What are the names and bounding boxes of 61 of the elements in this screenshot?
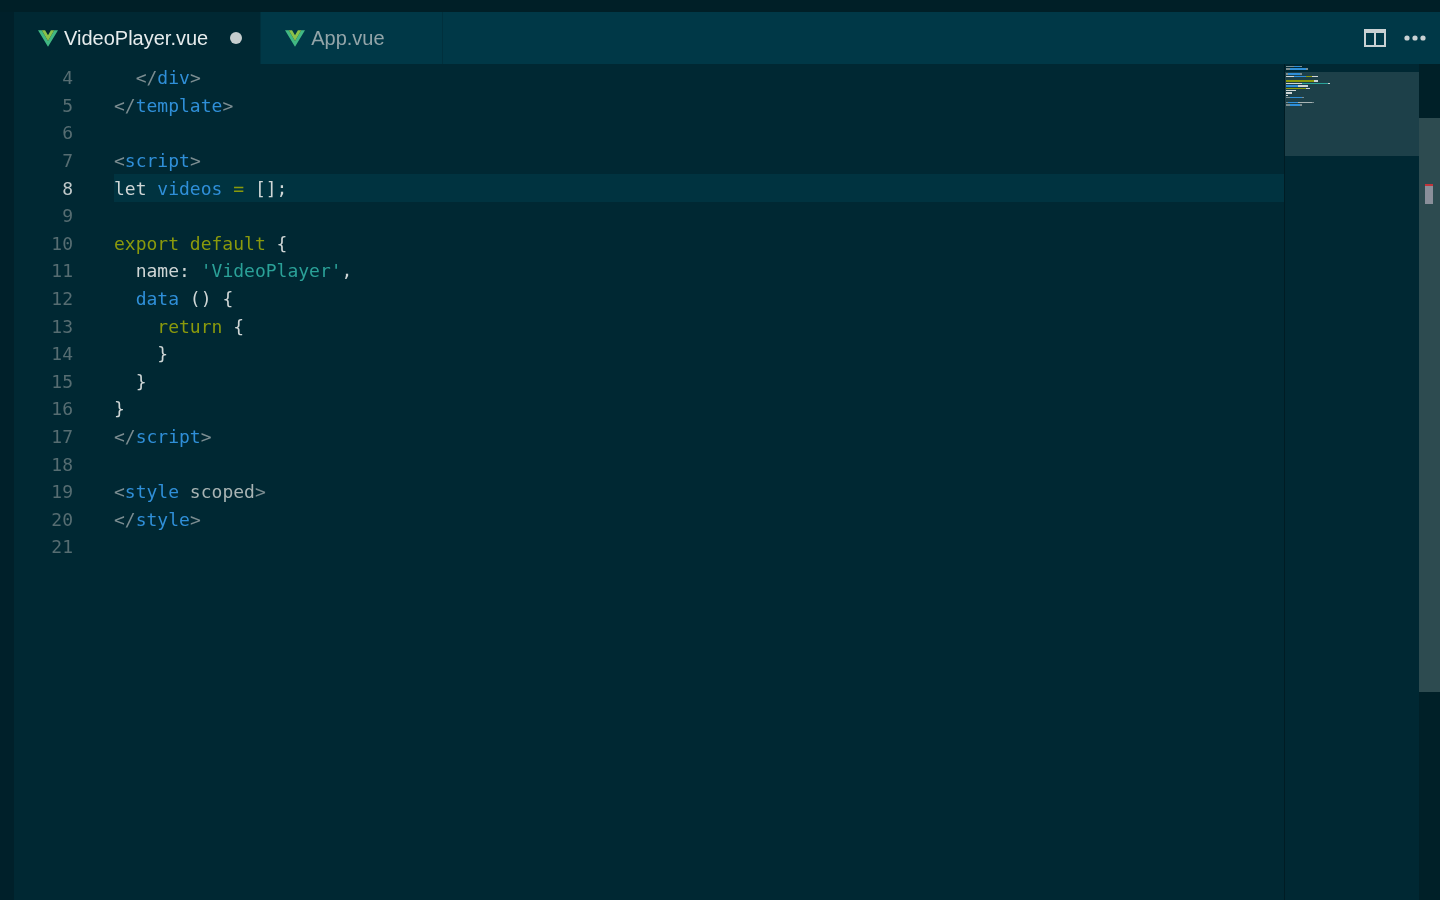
code-text: [] bbox=[254, 177, 277, 199]
line-number: 19 bbox=[50, 481, 73, 503]
code-identifier: data bbox=[134, 288, 180, 310]
code-punctuation: > bbox=[189, 67, 201, 89]
code-punctuation: < bbox=[114, 481, 125, 503]
line-number: 6 bbox=[61, 122, 73, 144]
code-tag: script bbox=[135, 426, 201, 447]
more-actions-icon[interactable] bbox=[1404, 35, 1426, 41]
line-number: 17 bbox=[50, 426, 73, 447]
line-number: 8 bbox=[61, 177, 73, 199]
code-punctuation: > bbox=[254, 481, 266, 503]
code-punctuation: > bbox=[222, 94, 234, 116]
code-punctuation: < bbox=[114, 150, 125, 172]
line-number: 21 bbox=[50, 536, 73, 558]
line-number: 20 bbox=[50, 508, 73, 530]
code-punctuation: </ bbox=[114, 508, 136, 530]
editor-tab[interactable]: VideoPlayer.vue bbox=[14, 12, 262, 64]
code-keyword: = bbox=[232, 177, 246, 199]
code-text: ; bbox=[276, 177, 288, 199]
code-text: { bbox=[232, 315, 245, 337]
code-text: } bbox=[134, 370, 147, 392]
split-editor-icon[interactable] bbox=[1364, 29, 1386, 47]
code-punctuation: > bbox=[189, 508, 201, 530]
vue-logo-icon bbox=[285, 29, 306, 47]
line-number: 7 bbox=[61, 150, 73, 172]
code-text: let bbox=[114, 177, 148, 199]
line-number: 18 bbox=[50, 453, 73, 475]
code-tag: style bbox=[124, 481, 180, 503]
code-text: name: bbox=[134, 260, 191, 282]
code-tag: script bbox=[124, 150, 190, 172]
code-text: { bbox=[275, 232, 288, 254]
code-keyword: return bbox=[156, 315, 223, 337]
code-punctuation: > bbox=[189, 150, 201, 172]
line-number: 16 bbox=[50, 398, 73, 420]
line-number: 12 bbox=[50, 288, 73, 310]
line-number: 14 bbox=[50, 343, 73, 365]
code-text: () { bbox=[188, 288, 234, 310]
code-text: } bbox=[156, 343, 169, 365]
code-tag: div bbox=[157, 67, 190, 89]
line-number: 9 bbox=[61, 205, 73, 227]
line-number: 5 bbox=[61, 94, 73, 116]
code-text: , bbox=[341, 260, 353, 282]
code-punctuation: </ bbox=[134, 67, 158, 89]
line-number: 13 bbox=[50, 315, 73, 337]
code-punctuation: > bbox=[200, 426, 212, 447]
code-punctuation: </ bbox=[114, 426, 136, 447]
code-text: } bbox=[114, 398, 125, 420]
line-number: 4 bbox=[61, 67, 73, 89]
code-tag: style bbox=[135, 508, 190, 530]
code-string: 'VideoPlayer' bbox=[200, 260, 342, 282]
code-keyword: export default bbox=[114, 232, 266, 254]
line-number: 10 bbox=[50, 232, 73, 254]
scrollbar-thumb[interactable] bbox=[1419, 118, 1440, 692]
line-number: 15 bbox=[50, 370, 73, 392]
cursor-marker bbox=[1425, 184, 1433, 204]
code-punctuation: </ bbox=[114, 94, 136, 116]
vue-logo-icon bbox=[38, 29, 58, 47]
code-tag: template bbox=[135, 94, 223, 116]
code-identifier: videos bbox=[157, 177, 223, 199]
code-attribute: scoped bbox=[188, 481, 255, 503]
line-number: 11 bbox=[50, 260, 73, 282]
